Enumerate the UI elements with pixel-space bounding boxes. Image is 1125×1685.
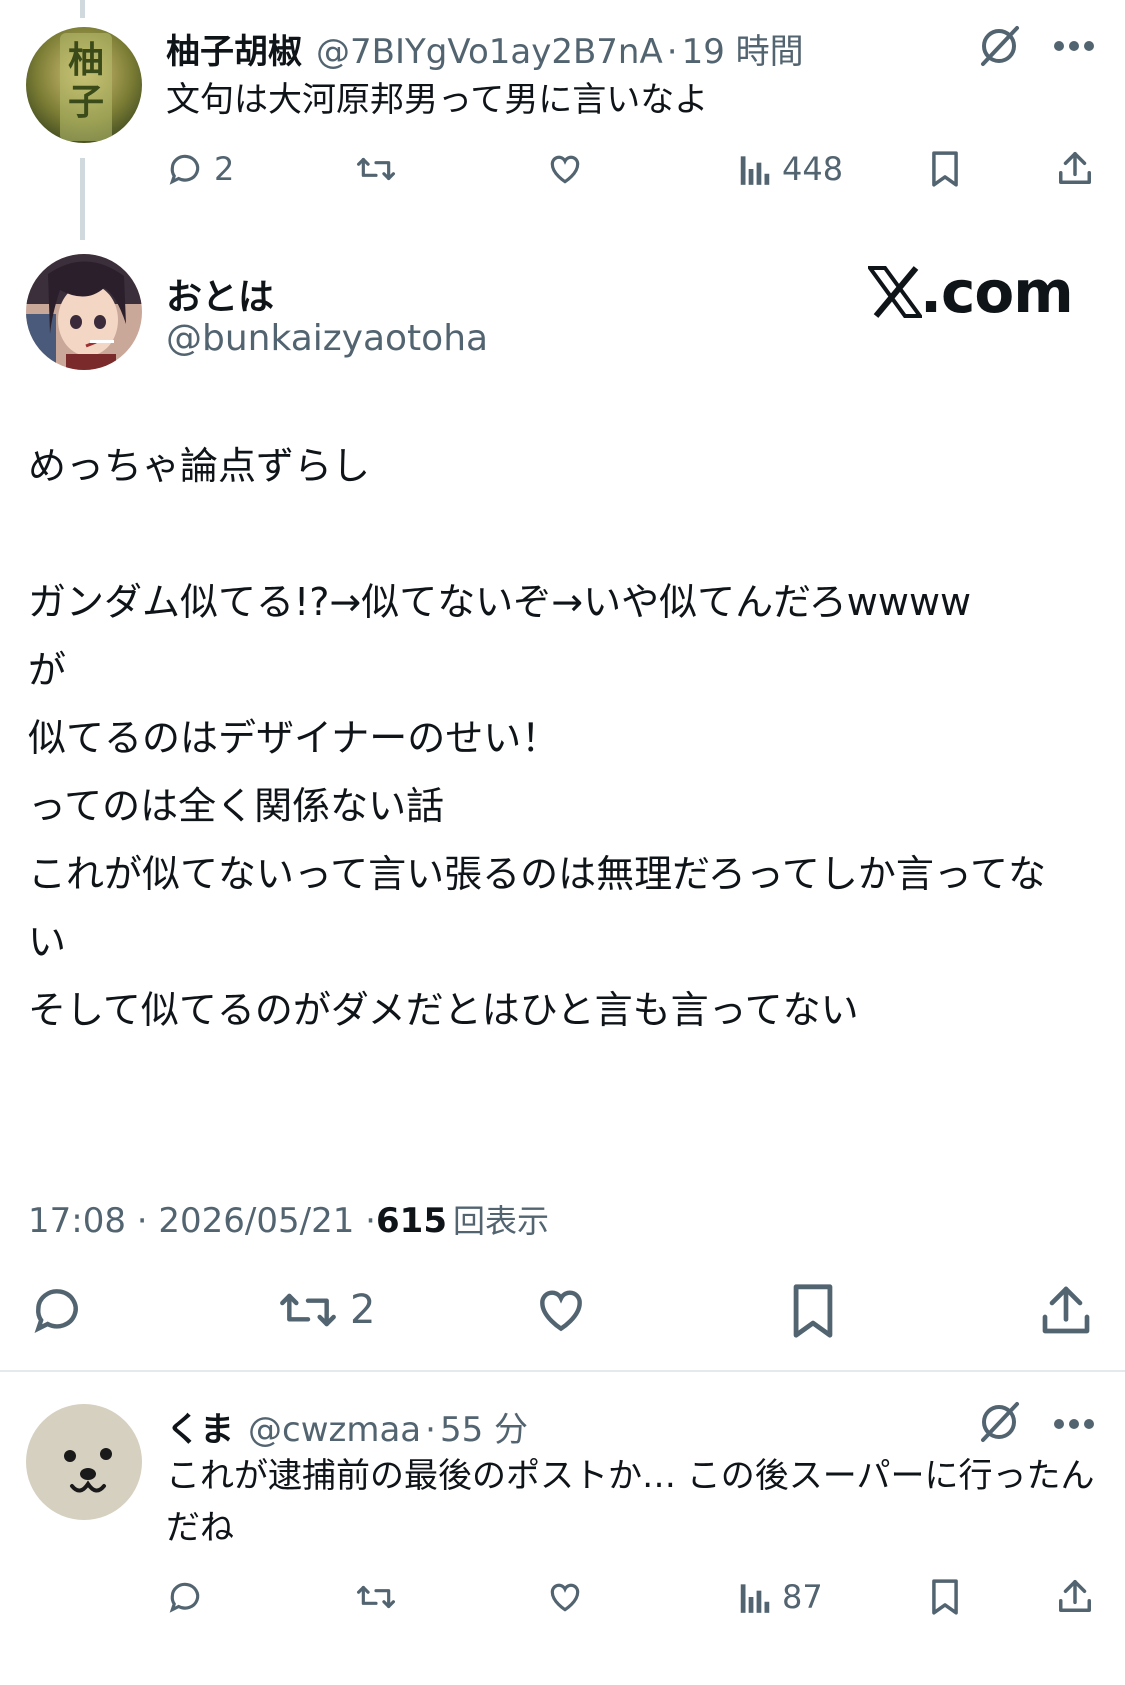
like-button[interactable] <box>545 1578 585 1616</box>
more-icon[interactable] <box>1052 38 1096 57</box>
brand-suffix: .com <box>920 258 1074 326</box>
bookmark-button[interactable] <box>928 1578 962 1616</box>
views-icon <box>740 156 770 185</box>
like-button[interactable] <box>545 150 585 188</box>
display-name[interactable]: おとは <box>166 268 274 320</box>
views-count: 448 <box>782 150 844 188</box>
reply-header: くま @cwzmaa · 55 分 <box>166 1402 528 1451</box>
retweet-icon <box>357 1585 395 1609</box>
reply-button[interactable]: 2 <box>166 150 234 188</box>
post-time[interactable]: 19 時間 <box>682 24 804 73</box>
display-name[interactable]: 柚子胡椒 <box>166 24 302 73</box>
like-icon <box>540 1290 582 1332</box>
user-handle[interactable]: @bunkaizyaotoha <box>166 318 488 359</box>
retweet-icon <box>280 1293 336 1327</box>
retweet-button[interactable] <box>355 1578 397 1616</box>
views-icon <box>740 1584 770 1613</box>
reply-count: 2 <box>214 150 235 188</box>
reply-icon <box>34 1289 78 1334</box>
reply-text: 文句は大河原邦男って男に言いなよ <box>166 80 709 120</box>
share-icon <box>1042 1286 1090 1334</box>
timestamp[interactable]: 17:08 · 2026/05/21 · <box>28 1201 376 1241</box>
display-name[interactable]: くま <box>166 1402 234 1451</box>
grok-icon[interactable] <box>975 1398 1023 1450</box>
share-button[interactable] <box>1056 1576 1094 1616</box>
reply-icon <box>169 154 200 185</box>
like-icon <box>550 1583 580 1612</box>
share-button[interactable] <box>1038 1280 1094 1340</box>
share-icon <box>1059 1580 1091 1612</box>
post-time[interactable]: 55 分 <box>440 1402 528 1451</box>
divider <box>0 1370 1125 1372</box>
avatar[interactable]: 柚子 <box>26 27 142 143</box>
thread-line-middle <box>80 158 85 240</box>
retweet-icon <box>357 157 395 181</box>
x-com-watermark: .com <box>868 258 1074 326</box>
like-icon <box>550 155 580 184</box>
retweet-button[interactable] <box>355 150 397 188</box>
separator: · <box>666 32 678 72</box>
tweet-text: めっちゃ論点ずらし ガンダム似てる!?→似てないぞ→いや似てんだろwwww が … <box>28 444 1047 1032</box>
views-button[interactable]: 87 <box>738 1578 823 1616</box>
reply-text: これが逮捕前の最後のポストか… この後スーパーに行ったんだね <box>166 1456 1095 1548</box>
x-logo-icon <box>868 266 922 318</box>
views-button[interactable]: 448 <box>738 150 843 188</box>
separator: · <box>425 1410 436 1450</box>
views-count: 87 <box>782 1578 823 1616</box>
retweet-count: 2 <box>350 1287 376 1333</box>
bookmark-button[interactable] <box>928 150 962 188</box>
like-button[interactable] <box>531 1282 591 1338</box>
reply-icon <box>169 1582 200 1613</box>
reply-header: 柚子胡椒 @7BIYgVo1ay2B7nA · 19 時間 <box>166 24 804 73</box>
reply-button[interactable] <box>28 1282 86 1338</box>
avatar[interactable] <box>26 254 142 370</box>
bookmark-icon <box>793 1284 833 1338</box>
retweet-button[interactable]: 2 <box>276 1282 375 1338</box>
share-icon <box>1059 152 1091 184</box>
thread-line-top <box>80 0 85 18</box>
grok-icon[interactable] <box>975 22 1023 74</box>
view-count: 615 <box>376 1201 447 1241</box>
user-handle[interactable]: @cwzmaa <box>248 1410 421 1450</box>
share-button[interactable] <box>1056 148 1094 188</box>
view-label: 回表示 <box>452 1202 549 1240</box>
more-icon[interactable] <box>1052 1416 1096 1435</box>
reply-button[interactable] <box>166 1578 204 1616</box>
bookmark-icon <box>932 1579 958 1615</box>
bookmark-icon <box>932 151 958 187</box>
avatar-label: 柚子 <box>68 39 105 123</box>
avatar[interactable] <box>26 1404 142 1520</box>
bookmark-button[interactable] <box>788 1282 838 1340</box>
user-handle[interactable]: @7BIYgVo1ay2B7nA <box>316 32 663 72</box>
tweet-meta: 17:08 · 2026/05/21 · 615 回表示 <box>28 1196 549 1242</box>
